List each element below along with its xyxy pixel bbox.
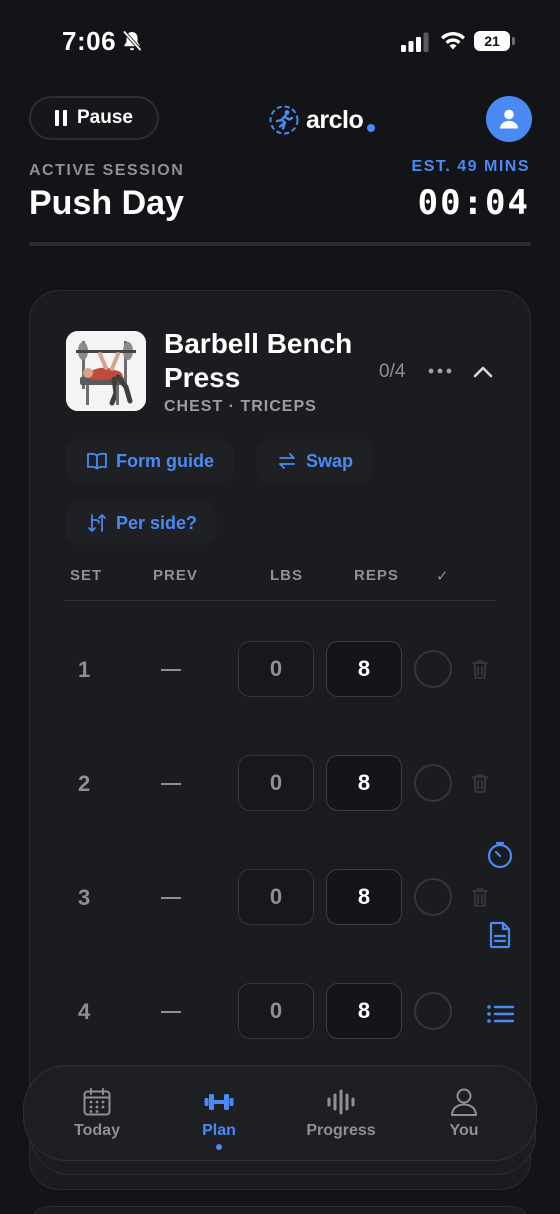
set-progress: 0/4 bbox=[379, 361, 406, 382]
exercise-thumbnail bbox=[66, 331, 146, 411]
more-options-icon[interactable] bbox=[428, 367, 452, 375]
column-lbs: LBS bbox=[270, 567, 303, 584]
previous-value-empty bbox=[161, 783, 181, 785]
calendar-icon bbox=[83, 1088, 111, 1116]
signal-icon bbox=[401, 32, 429, 52]
tab-label: You bbox=[449, 1122, 479, 1139]
pause-icon bbox=[55, 110, 67, 126]
pause-button[interactable]: Pause bbox=[29, 96, 159, 140]
exercise-list-icon[interactable] bbox=[485, 999, 515, 1029]
exercise-muscles: CHEST · TRICEPS bbox=[164, 398, 317, 415]
complete-set-checkbox[interactable] bbox=[414, 878, 452, 916]
split-arrows-icon bbox=[88, 514, 106, 532]
exercise-card: Barbell Bench Press CHEST · TRICEPS 0/4 … bbox=[29, 290, 531, 1190]
battery-indicator: 21 bbox=[474, 31, 515, 51]
complete-set-checkbox[interactable] bbox=[414, 992, 452, 1030]
session-title: Push Day bbox=[29, 184, 184, 222]
bell-slash-icon bbox=[122, 30, 142, 52]
complete-set-checkbox[interactable] bbox=[414, 650, 452, 688]
weight-input[interactable]: 0 bbox=[238, 983, 314, 1039]
set-number: 4 bbox=[78, 999, 91, 1024]
set-row: 3 0 8 bbox=[30, 869, 530, 929]
set-row: 1 0 8 bbox=[30, 641, 530, 701]
per-side-button[interactable]: Per side? bbox=[66, 501, 218, 545]
previous-value-empty bbox=[161, 1011, 181, 1013]
wifi-icon bbox=[441, 31, 465, 50]
status-bar: 7:06 21 bbox=[0, 0, 560, 80]
form-guide-button[interactable]: Form guide bbox=[66, 439, 234, 483]
column-done: ✓ bbox=[436, 568, 450, 585]
reps-input[interactable]: 8 bbox=[326, 869, 402, 925]
app-screen: 7:06 21 Pause arclo ACTIVE SESSION Push … bbox=[0, 0, 560, 1214]
tab-label: Plan bbox=[202, 1122, 236, 1139]
set-number: 1 bbox=[78, 657, 91, 682]
trash-icon[interactable] bbox=[471, 886, 489, 908]
table-divider bbox=[64, 600, 496, 601]
weight-input[interactable]: 0 bbox=[238, 869, 314, 925]
tab-today[interactable]: Today bbox=[42, 1066, 152, 1162]
active-tab-indicator bbox=[216, 1144, 222, 1150]
swap-label: Swap bbox=[306, 450, 354, 471]
trash-icon[interactable] bbox=[471, 772, 489, 794]
tab-label: Progress bbox=[306, 1122, 376, 1139]
person-icon bbox=[451, 1088, 477, 1116]
profile-avatar-button[interactable] bbox=[486, 96, 532, 142]
previous-value-empty bbox=[161, 897, 181, 899]
tab-plan[interactable]: Plan bbox=[164, 1066, 274, 1162]
logo-dot bbox=[367, 124, 376, 132]
status-time: 7:06 bbox=[62, 26, 117, 56]
weight-input[interactable]: 0 bbox=[238, 641, 314, 697]
bottom-tab-bar: Today Plan Progress You bbox=[23, 1065, 537, 1161]
reps-input[interactable]: 8 bbox=[326, 641, 402, 697]
chevron-up-icon[interactable] bbox=[472, 361, 494, 381]
session-timer: 00:04 bbox=[417, 183, 530, 223]
form-guide-label: Form guide bbox=[116, 450, 214, 471]
previous-value-empty bbox=[161, 669, 181, 671]
trash-icon[interactable] bbox=[471, 658, 489, 680]
reps-input[interactable]: 8 bbox=[326, 983, 402, 1039]
swap-button[interactable]: Swap bbox=[256, 439, 374, 483]
reps-input[interactable]: 8 bbox=[326, 755, 402, 811]
book-icon bbox=[87, 452, 107, 470]
next-exercise-card bbox=[29, 1206, 531, 1214]
complete-set-checkbox[interactable] bbox=[414, 764, 452, 802]
app-logo: arclo bbox=[268, 102, 376, 138]
weight-input[interactable]: 0 bbox=[238, 755, 314, 811]
tab-you[interactable]: You bbox=[409, 1066, 519, 1162]
sets-table-header: SET PREV LBS REPS ✓ bbox=[30, 567, 530, 591]
runner-logo-icon bbox=[269, 105, 299, 135]
estimated-duration: EST. 49 MINS bbox=[411, 158, 530, 175]
waveform-icon bbox=[327, 1089, 355, 1115]
user-icon bbox=[500, 109, 518, 129]
notes-icon[interactable] bbox=[485, 920, 515, 950]
exercise-name: Barbell Bench Press bbox=[164, 328, 353, 393]
tab-progress[interactable]: Progress bbox=[286, 1066, 396, 1162]
set-row: 2 0 8 bbox=[30, 755, 530, 815]
set-row: 4 0 8 bbox=[30, 983, 530, 1043]
logo-text: arclo bbox=[306, 105, 364, 134]
set-number: 3 bbox=[78, 885, 91, 910]
pause-label: Pause bbox=[77, 107, 133, 128]
rest-timer-icon[interactable] bbox=[485, 840, 515, 870]
tab-label: Today bbox=[74, 1122, 120, 1139]
column-set: SET bbox=[70, 567, 103, 584]
column-prev: PREV bbox=[153, 567, 198, 584]
dumbbell-icon bbox=[204, 1094, 234, 1110]
per-side-label: Per side? bbox=[116, 512, 198, 533]
swap-arrows-icon bbox=[279, 453, 295, 469]
session-label: ACTIVE SESSION bbox=[29, 162, 185, 179]
header-divider bbox=[29, 242, 531, 246]
set-number: 2 bbox=[78, 771, 91, 796]
bench-press-illustration bbox=[66, 331, 146, 411]
column-reps: REPS bbox=[354, 567, 399, 584]
